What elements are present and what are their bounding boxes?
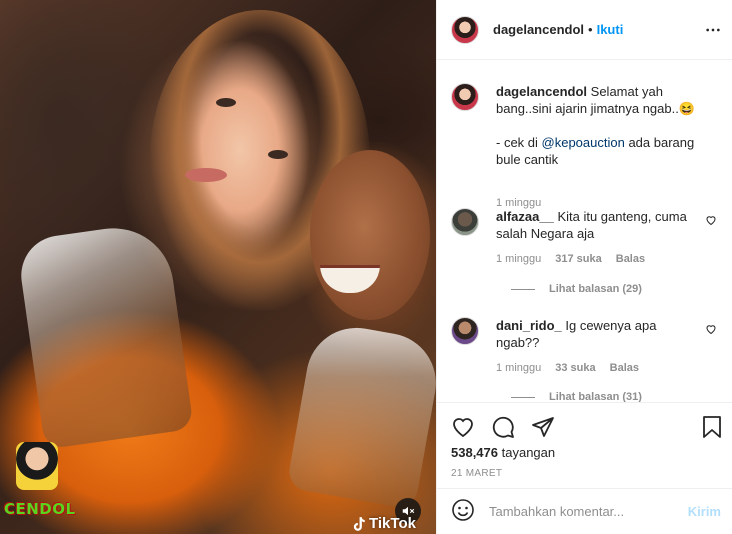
comment-icon (492, 416, 514, 438)
photo-region (286, 320, 436, 510)
view-count[interactable]: 538,476 tayangan (451, 445, 555, 460)
view-replies-button[interactable]: Lihat balasan (29) (511, 283, 642, 295)
tiktok-watermark: TikTok (352, 515, 416, 532)
share-button[interactable] (531, 415, 555, 442)
post-date[interactable]: 21 MARET (451, 468, 502, 479)
comment-likes[interactable]: 33 suka (555, 362, 595, 374)
paper-plane-icon (532, 417, 554, 437)
watermark-text: CENDOL (4, 500, 76, 518)
photo-region (185, 168, 227, 182)
photo-region (216, 98, 236, 107)
tiktok-label: TikTok (369, 515, 416, 532)
view-count-number: 538,476 (451, 445, 498, 460)
post-media-video[interactable]: CENDOL TikTok (0, 0, 436, 534)
reply-button[interactable]: Balas (610, 362, 639, 374)
comments-list[interactable]: dagelancendol Selamat yah bang..sini aja… (437, 61, 732, 402)
like-comment-button[interactable] (705, 214, 717, 229)
photo-region (310, 150, 430, 320)
avatar[interactable] (451, 317, 479, 345)
action-icons (451, 415, 555, 442)
avatar[interactable] (451, 15, 479, 44)
comment-username[interactable]: dani_rido_ (496, 318, 562, 333)
avatar[interactable] (451, 83, 479, 111)
reply-button[interactable]: Balas (616, 253, 645, 265)
comment-time[interactable]: 1 minggu (496, 362, 541, 374)
follow-button[interactable]: Ikuti (597, 22, 624, 37)
post-header: dagelancendol • Ikuti (437, 0, 732, 60)
comment-meta: 1 minggu 33 suka Balas (496, 362, 639, 374)
comment-body: alfazaa__ Kita itu ganteng, cuma salah N… (496, 208, 701, 242)
comment-username[interactable]: alfazaa__ (496, 209, 554, 224)
add-comment-bar: Kirim (437, 488, 732, 534)
watermark-logo (16, 442, 58, 490)
caption-text-2-prefix: - cek di (496, 135, 542, 150)
comment-input[interactable] (489, 504, 679, 519)
comment-body: dani_rido_ Ig cewenya apa ngab?? (496, 317, 701, 351)
bookmark-icon (703, 416, 721, 438)
header-separator: • (588, 22, 593, 37)
caption-username[interactable]: dagelancendol (496, 84, 587, 99)
comment-button[interactable] (491, 415, 515, 442)
heart-icon (706, 216, 716, 226)
more-horizontal-icon (706, 28, 720, 32)
post-comment-button[interactable]: Kirim (688, 504, 721, 519)
view-replies-label: Lihat balasan (31) (549, 391, 642, 402)
like-button[interactable] (451, 415, 475, 442)
post-side-panel: dagelancendol • Ikuti dagelancendol Sela… (436, 0, 732, 534)
tiktok-logo-icon (353, 516, 365, 531)
emoji-button[interactable] (451, 498, 475, 525)
heart-icon (453, 418, 473, 438)
laughing-emoji-icon: 😆 (678, 101, 696, 116)
view-replies-button[interactable]: Lihat balasan (31) (511, 391, 642, 402)
view-count-label: tayangan (501, 445, 556, 460)
post-actions: 538,476 tayangan 21 MARET (437, 402, 732, 479)
photo-region (268, 150, 288, 159)
save-button[interactable] (701, 415, 723, 442)
replies-divider (511, 396, 535, 398)
header-username[interactable]: dagelancendol (493, 22, 584, 37)
more-options-button[interactable] (705, 22, 721, 41)
like-comment-button[interactable] (705, 323, 717, 338)
comment-likes[interactable]: 317 suka (555, 253, 601, 265)
view-replies-label: Lihat balasan (29) (549, 283, 642, 295)
smiley-icon (452, 499, 474, 521)
caption-body: dagelancendol Selamat yah bang..sini aja… (496, 83, 701, 168)
comment-meta: 1 minggu 317 suka Balas (496, 253, 645, 265)
mention-link[interactable]: @kepoauction (542, 135, 625, 150)
heart-icon (706, 325, 716, 335)
comment-time[interactable]: 1 minggu (496, 253, 541, 265)
avatar[interactable] (451, 208, 479, 236)
replies-divider (511, 288, 535, 290)
